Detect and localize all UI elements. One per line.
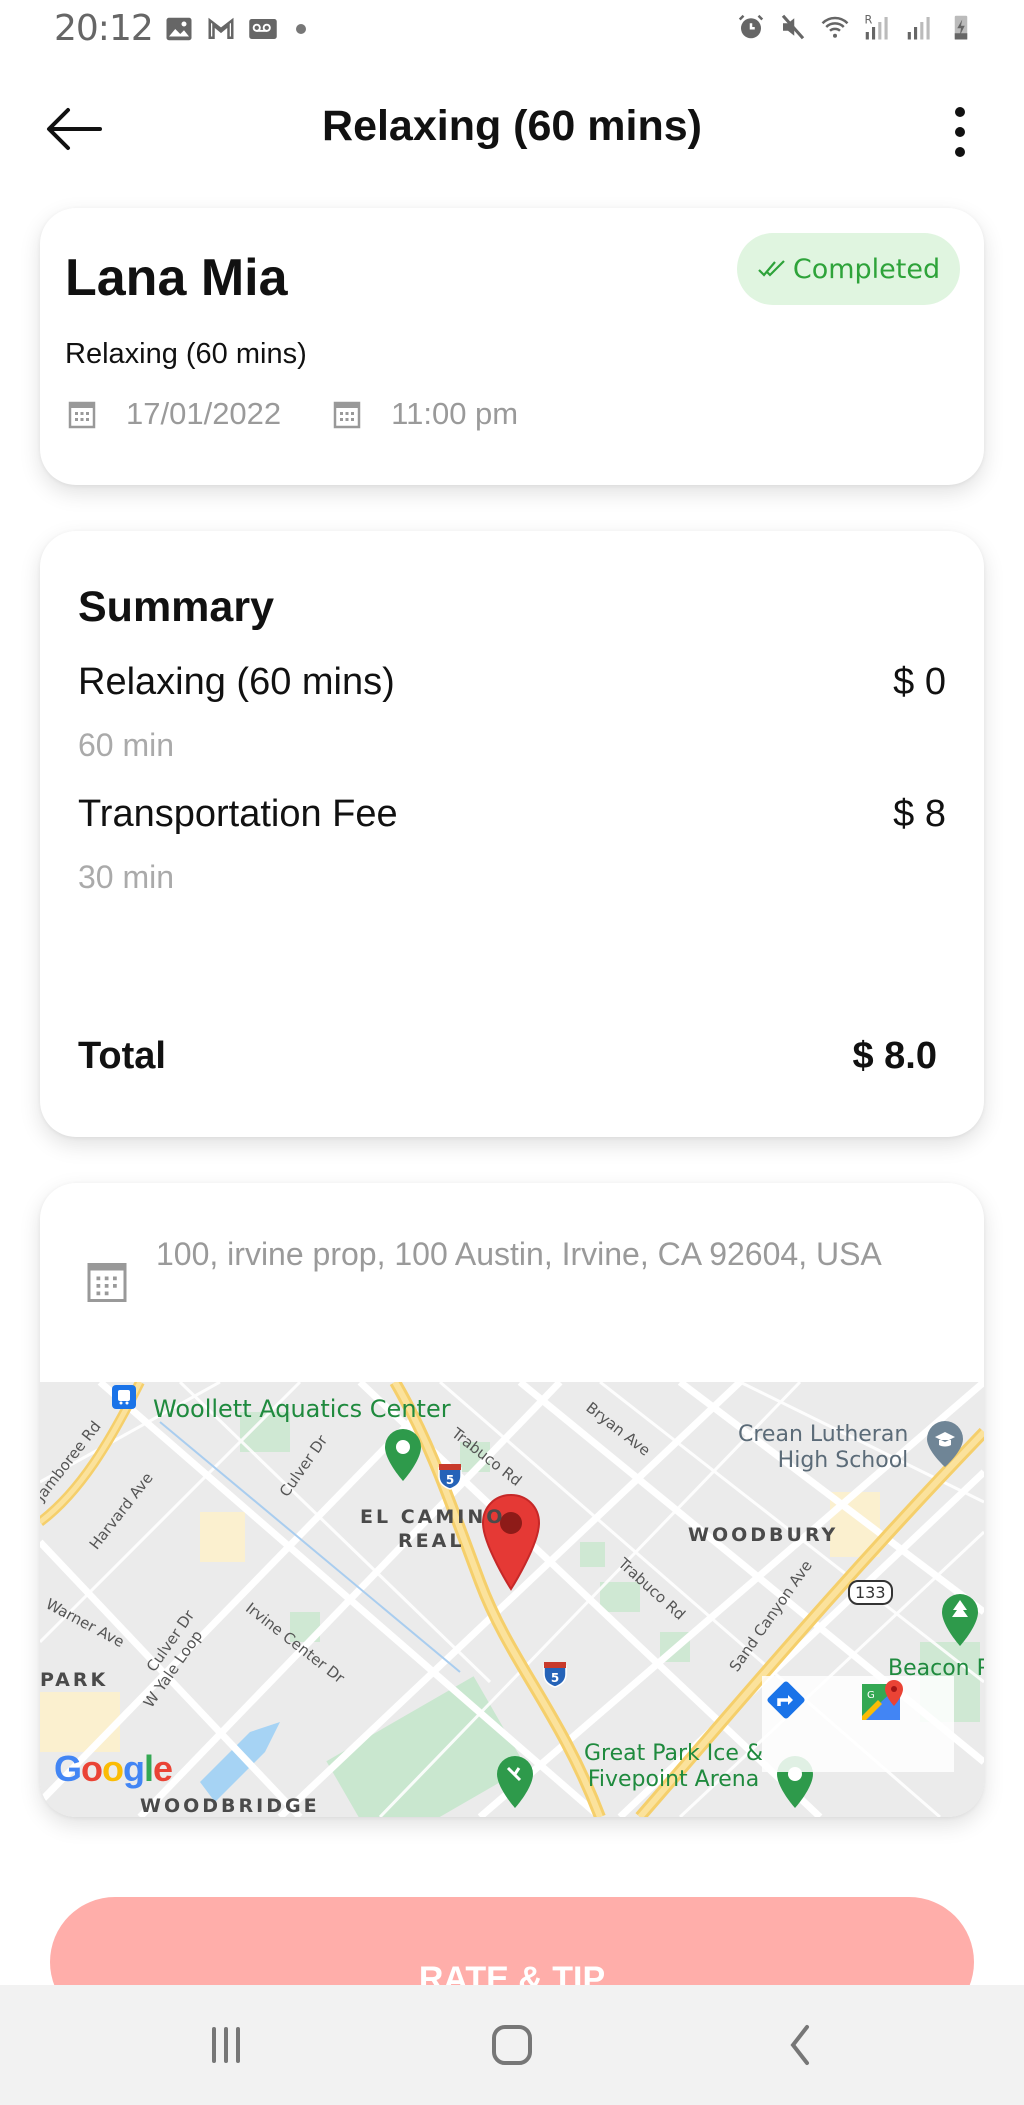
open-google-maps-button[interactable]: G xyxy=(858,1676,954,1772)
school-marker-icon xyxy=(927,1421,963,1467)
voicemail-icon xyxy=(249,19,277,39)
transit-station-icon xyxy=(112,1385,136,1409)
wifi-icon xyxy=(821,16,849,38)
line-item-price: $ 0 xyxy=(893,661,946,703)
notification-dot-icon xyxy=(296,24,306,34)
home-icon xyxy=(492,2025,532,2065)
service-name: Relaxing (60 mins) xyxy=(65,338,307,370)
back-button[interactable] xyxy=(740,2005,860,2085)
location-card: 100, irvine prop, 100 Austin, Irvine, CA… xyxy=(40,1183,984,1817)
status-time: 20:12 xyxy=(54,8,154,49)
google-maps-icon: G xyxy=(862,1680,903,1720)
map-label: PARK xyxy=(40,1669,109,1691)
interstate-5-icon: 5 xyxy=(543,1662,567,1688)
signal-roaming-icon: R xyxy=(865,13,888,40)
page-title: Relaxing (60 mins) xyxy=(322,102,702,150)
gmail-icon xyxy=(208,17,234,39)
gallery-icon xyxy=(166,17,192,41)
park-marker-icon xyxy=(942,1594,978,1646)
double-check-icon xyxy=(758,260,785,277)
svg-text:R: R xyxy=(865,13,873,26)
app-bar: Relaxing (60 mins) xyxy=(0,64,1024,194)
booking-time: 11:00 pm xyxy=(333,396,518,432)
map-label: Woollett Aquatics Center xyxy=(153,1395,451,1423)
total-value: $ 8.0 xyxy=(852,1035,937,1077)
booking-date: 17/01/2022 xyxy=(68,396,281,432)
time-value: 11:00 pm xyxy=(391,396,519,431)
map-label: Crean Lutheran High School xyxy=(738,1422,909,1473)
summary-title: Summary xyxy=(78,583,274,631)
mute-icon xyxy=(781,14,805,40)
total-label: Total xyxy=(78,1035,166,1077)
more-vertical-icon[interactable] xyxy=(940,104,980,160)
status-label: Completed xyxy=(792,253,941,285)
calendar-icon xyxy=(68,401,96,429)
interstate-5-icon: 5 xyxy=(438,1464,462,1490)
map-view[interactable]: 5 5 133 Woollett Aquatics Center EL CAMI… xyxy=(40,1382,984,1817)
recents-button[interactable] xyxy=(166,2005,286,2085)
google-logo: Google xyxy=(54,1748,173,1789)
date-value: 17/01/2022 xyxy=(126,396,282,431)
battery-charging-icon xyxy=(954,15,968,40)
line-item-price: $ 8 xyxy=(893,793,946,835)
booking-meta: 17/01/2022 11:00 pm xyxy=(68,396,570,432)
address-text: 100, irvine prop, 100 Austin, Irvine, CA… xyxy=(156,1236,882,1272)
recents-icon xyxy=(212,2027,240,2063)
line-item-duration: 60 min xyxy=(78,727,175,763)
directions-button[interactable] xyxy=(762,1676,858,1772)
back-icon xyxy=(790,2025,809,2065)
calendar-icon xyxy=(333,401,361,429)
map-label: Great Park Ice & Fivepoint Arena xyxy=(584,1741,764,1792)
svg-text:5: 5 xyxy=(446,1473,454,1487)
place-marker-icon xyxy=(385,1429,421,1481)
route-133-shield: 133 xyxy=(848,1580,893,1605)
sports-marker-icon xyxy=(497,1756,533,1808)
calendar-icon xyxy=(87,1263,127,1302)
summary-card: Summary Relaxing (60 mins) $ 0 60 min Tr… xyxy=(40,531,984,1137)
svg-text:G: G xyxy=(867,1690,875,1701)
status-badge: Completed xyxy=(737,233,960,305)
status-bar: 20:12 R xyxy=(0,0,1024,60)
svg-text:5: 5 xyxy=(551,1671,559,1685)
system-nav-bar xyxy=(0,1985,1024,2105)
directions-icon xyxy=(767,1681,805,1719)
map-label: REAL xyxy=(398,1530,465,1552)
booking-card: Lana Mia Completed Relaxing (60 mins) 17… xyxy=(40,208,984,485)
alarm-icon xyxy=(738,14,764,39)
home-button[interactable] xyxy=(452,2005,572,2085)
line-item-name: Transportation Fee xyxy=(78,793,398,835)
map-label: WOODBURY xyxy=(688,1524,839,1546)
signal-icon xyxy=(907,17,930,40)
line-item-name: Relaxing (60 mins) xyxy=(78,661,395,703)
client-name: Lana Mia xyxy=(65,249,288,307)
line-item-duration: 30 min xyxy=(78,859,175,895)
map-label: EL CAMINO xyxy=(360,1506,506,1528)
map-label: WOODBRIDGE xyxy=(140,1795,320,1817)
